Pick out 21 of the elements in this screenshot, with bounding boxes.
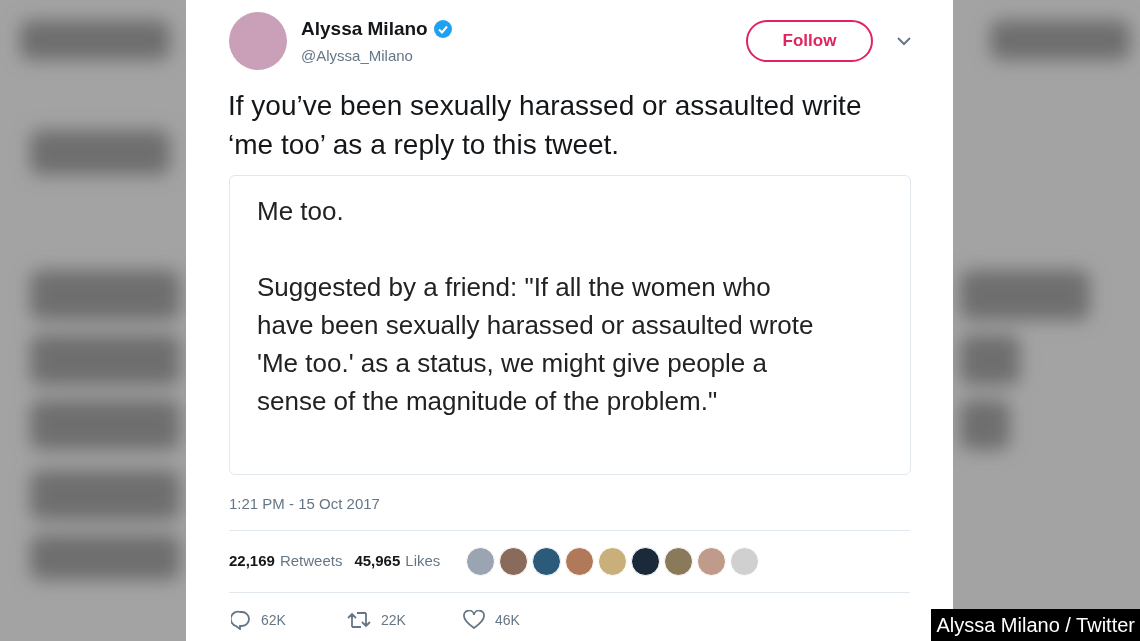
reply-icon[interactable] [231, 610, 251, 630]
stat-count: 45,965 [354, 550, 401, 571]
tweet-text: If you’ve been sexually harassed or assaulted write ‘me too’ as a reply to this tweet. [228, 89, 863, 162]
follow-button[interactable]: Follow [746, 20, 873, 62]
action-count: 62K [261, 610, 286, 630]
user-handle: @Alyssa_Milano [301, 46, 414, 66]
liker-avatar[interactable] [631, 546, 661, 576]
photo-credit: Alyssa Milano / Twitter [931, 609, 1140, 641]
action-count: 22K [381, 610, 406, 630]
user-name[interactable]: Alyssa Milano [301, 14, 428, 43]
retweet-icon[interactable] [347, 610, 371, 630]
stat-label[interactable]: Likes [405, 549, 441, 573]
image-text: Suggested by a friend: "If all the women who have been sexually harassed or assaulted wrote 'Me too.' as a status, we might give people a sense of the magnitude of the problem." [257, 271, 815, 418]
stat-count: 22,169 [229, 550, 275, 571]
action-count: 46K [495, 610, 520, 630]
image-text: Me too. [257, 195, 345, 228]
timestamp[interactable]: 1:21 PM - 15 Oct 2017 [229, 493, 953, 516]
stat-label[interactable]: Retweets [279, 549, 343, 573]
heart-icon[interactable] [463, 610, 485, 630]
chevron-down-icon[interactable] [897, 36, 911, 46]
liker-avatar[interactable] [532, 546, 562, 576]
